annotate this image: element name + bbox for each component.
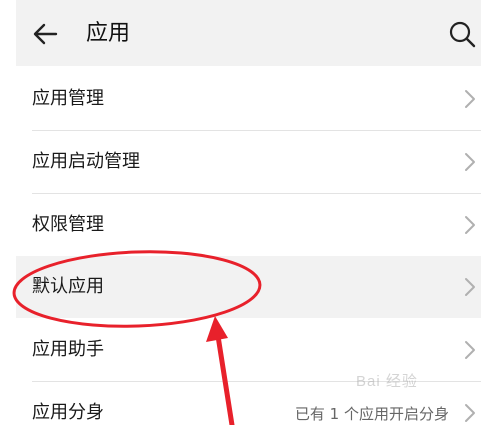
app-settings-screen: 应用 应用管理 应用启动管理 权限管理 默认应用 应用助手 应用分身 已有 1 … [0,0,481,425]
list-item-permission-management[interactable]: 权限管理 [16,194,481,256]
search-button[interactable] [446,18,478,50]
chevron-right-icon [465,278,475,296]
search-icon [449,21,476,48]
list-item-label: 权限管理 [32,214,104,235]
list-item-label: 应用助手 [32,339,104,360]
list-item-label: 应用启动管理 [32,151,140,172]
back-button[interactable] [30,18,62,50]
chevron-right-icon [465,153,475,171]
list-item-label: 应用分身 [32,402,104,423]
list-item-default-apps[interactable]: 默认应用 [16,256,481,318]
list-item-label: 默认应用 [32,276,104,297]
list-item-app-management[interactable]: 应用管理 [16,68,481,130]
chevron-right-icon [465,90,475,108]
chevron-right-icon [465,216,475,234]
page-title: 应用 [86,21,131,46]
list-item-app-launch-management[interactable]: 应用启动管理 [16,131,481,193]
list-item-value: 已有 1 个应用开启分身 [294,405,449,423]
list-item-label: 应用管理 [32,88,104,109]
top-app-bar: 应用 [16,0,481,66]
chevron-right-icon [465,341,475,359]
chevron-right-icon [465,404,475,422]
baidu-jingyan-watermark: Bai 经验 [356,373,418,390]
arrow-left-icon [33,23,58,45]
